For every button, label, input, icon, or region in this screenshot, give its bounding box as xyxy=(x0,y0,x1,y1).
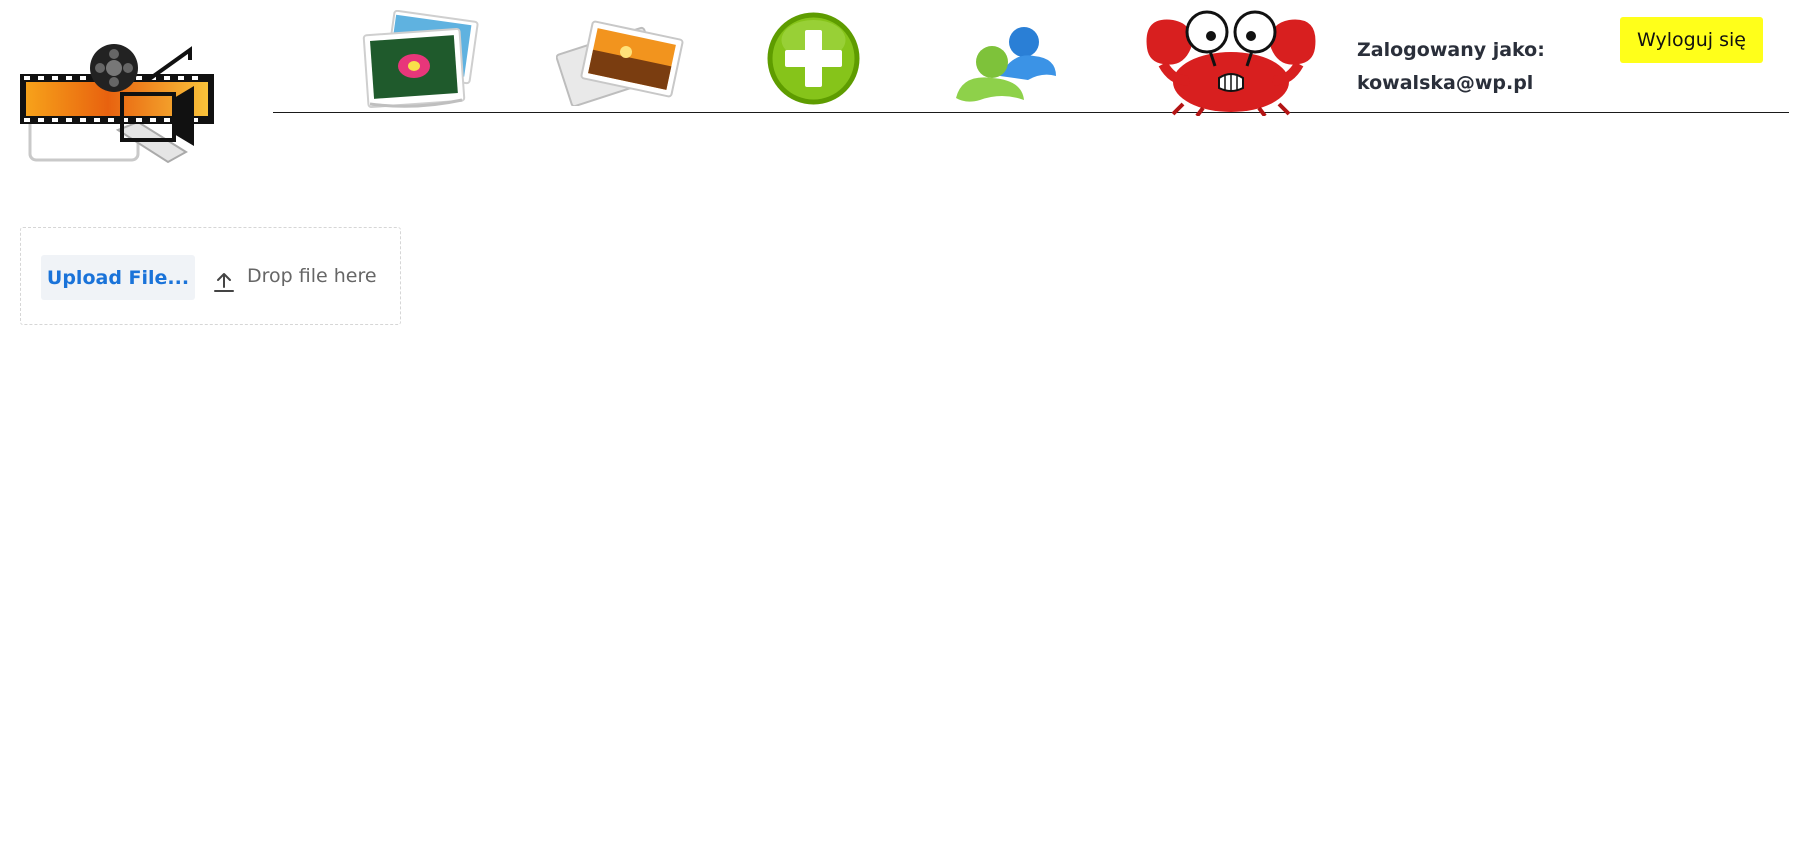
add-plus-icon[interactable] xyxy=(765,10,862,107)
header-divider xyxy=(273,112,1789,113)
upload-icon xyxy=(214,273,234,292)
login-user-email: kowalska@wp.pl xyxy=(1357,72,1534,94)
crab-icon[interactable] xyxy=(1143,8,1319,116)
film-projector-logo-icon xyxy=(20,44,214,164)
photos-stack-icon[interactable] xyxy=(356,10,482,110)
upload-file-button[interactable]: Upload File... xyxy=(41,255,195,300)
login-label: Zalogowany jako: xyxy=(1357,39,1545,61)
photo-gallery-icon[interactable] xyxy=(556,16,686,106)
logout-button[interactable]: Wyloguj się xyxy=(1620,17,1763,63)
file-drop-zone[interactable]: Upload File... Drop file here xyxy=(20,227,401,325)
login-info: Zalogowany jako: kowalska@wp.pl xyxy=(1357,34,1545,100)
drop-file-label: Drop file here xyxy=(247,265,377,287)
users-icon[interactable] xyxy=(952,22,1062,106)
